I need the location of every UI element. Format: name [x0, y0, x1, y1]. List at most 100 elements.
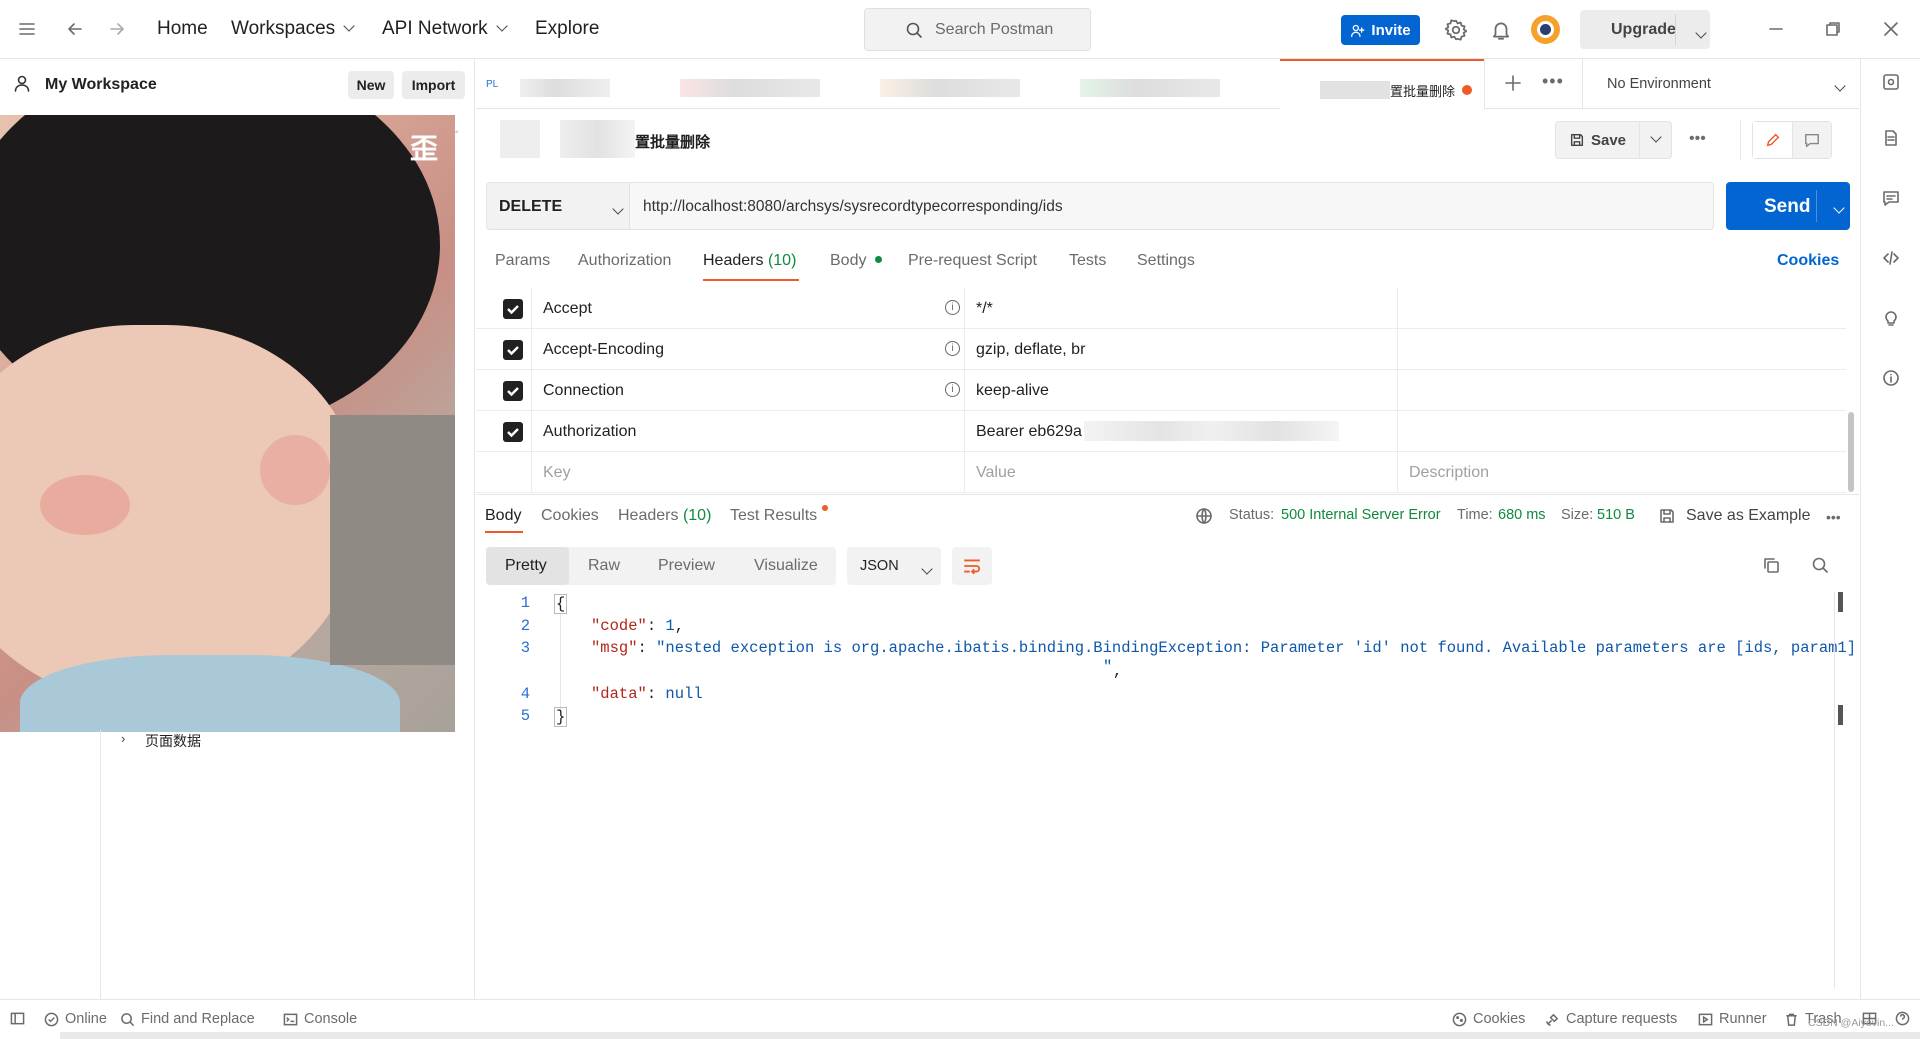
response-tab-body[interactable]: Body — [485, 507, 521, 525]
scrollbar[interactable] — [1848, 412, 1854, 492]
tab-active[interactable]: 置批量删除 — [1280, 59, 1484, 109]
chevron-right-icon[interactable]: › — [121, 731, 125, 746]
info-icon[interactable] — [1882, 369, 1900, 387]
invite-button[interactable]: Invite — [1341, 15, 1420, 45]
info-icon[interactable]: i — [945, 341, 960, 356]
header-key[interactable]: Accept — [543, 300, 592, 318]
workspace-name[interactable]: My Workspace — [45, 76, 157, 94]
save-button[interactable]: Save — [1555, 121, 1640, 159]
forward-arrow-icon[interactable] — [108, 20, 126, 38]
tab-settings[interactable]: Settings — [1137, 252, 1195, 270]
value-placeholder[interactable]: Value — [976, 464, 1016, 482]
send-button[interactable]: Send — [1726, 182, 1850, 230]
header-value[interactable]: */* — [976, 300, 993, 318]
header-key[interactable]: Authorization — [543, 423, 636, 441]
checkbox[interactable] — [503, 381, 523, 401]
checkbox[interactable] — [503, 299, 523, 319]
pencil-icon[interactable] — [1753, 122, 1793, 158]
avatar[interactable] — [1531, 15, 1560, 44]
close-icon[interactable] — [1882, 20, 1900, 38]
tab-body[interactable]: Body — [830, 252, 882, 270]
format-select[interactable]: JSON — [847, 547, 941, 585]
online-status[interactable]: Online — [44, 1011, 107, 1027]
save-dropdown[interactable] — [1640, 121, 1672, 159]
request-name[interactable]: 置批量删除 — [635, 131, 710, 152]
plus-icon[interactable] — [1504, 74, 1522, 92]
tab-tests[interactable]: Tests — [1069, 252, 1106, 270]
lightbulb-icon[interactable] — [1882, 309, 1900, 327]
key-placeholder[interactable]: Key — [543, 464, 571, 482]
cookies-button[interactable]: Cookies — [1452, 1011, 1525, 1027]
description-placeholder[interactable]: Description — [1409, 464, 1489, 482]
scrollbar-thumb[interactable] — [1838, 592, 1843, 612]
bell-icon[interactable] — [1490, 19, 1512, 41]
tab-item[interactable] — [880, 79, 1020, 97]
view-mode-pretty[interactable]: Pretty — [505, 557, 547, 575]
back-arrow-icon[interactable] — [66, 20, 84, 38]
status-value[interactable]: 500 Internal Server Error — [1281, 507, 1441, 523]
more-icon[interactable]: ••• — [1826, 509, 1841, 525]
code-icon[interactable] — [1882, 249, 1900, 267]
more-icon[interactable]: ••• — [1689, 130, 1706, 148]
response-body-viewer[interactable]: 1 2 3 4 5 { "code": 1, "msg": "nested ex… — [476, 592, 1856, 992]
console-button[interactable]: Console — [283, 1011, 357, 1027]
runner-button[interactable]: Runner — [1698, 1011, 1767, 1027]
info-icon[interactable]: i — [945, 382, 960, 397]
tab-item[interactable] — [520, 79, 610, 97]
search-icon[interactable] — [1811, 556, 1829, 574]
documentation-icon[interactable] — [1882, 129, 1900, 147]
comments-icon[interactable] — [1882, 189, 1900, 207]
help-icon[interactable] — [1895, 1011, 1910, 1026]
chevron-down-icon[interactable] — [1834, 80, 1846, 92]
environment-quick-look-icon[interactable] — [1882, 73, 1900, 91]
nav-explore[interactable]: Explore — [535, 18, 599, 40]
toggle-sidebar-icon[interactable] — [10, 1011, 25, 1026]
wrap-lines-button[interactable] — [952, 547, 992, 585]
more-icon[interactable]: ••• — [1542, 71, 1564, 92]
search-bar[interactable]: Search Postman — [864, 8, 1091, 51]
tab-params[interactable]: Params — [495, 252, 550, 270]
time-value[interactable]: 680 ms — [1498, 507, 1546, 523]
nav-home[interactable]: Home — [157, 18, 208, 40]
header-value[interactable]: keep-alive — [976, 382, 1049, 400]
nav-workspaces[interactable]: Workspaces — [231, 18, 355, 40]
nav-api-network[interactable]: API Network — [382, 18, 508, 40]
header-key[interactable]: Connection — [543, 382, 624, 400]
checkbox[interactable] — [503, 340, 523, 360]
tab-headers[interactable]: Headers (10) — [703, 252, 796, 270]
restore-icon[interactable] — [1824, 20, 1842, 38]
response-tab-headers[interactable]: Headers (10) — [618, 507, 711, 525]
header-value[interactable]: Bearer eb629a — [976, 423, 1082, 441]
import-button[interactable]: Import — [402, 71, 465, 99]
scrollbar-thumb[interactable] — [1838, 705, 1843, 725]
cookies-link[interactable]: Cookies — [1777, 252, 1839, 270]
view-mode-preview[interactable]: Preview — [658, 557, 715, 575]
response-tab-cookies[interactable]: Cookies — [541, 507, 599, 525]
save-icon[interactable] — [1658, 507, 1676, 525]
globe-icon[interactable] — [1195, 507, 1213, 525]
save-as-example-button[interactable]: Save as Example — [1686, 507, 1811, 525]
tab-pre-request-script[interactable]: Pre-request Script — [908, 252, 1037, 270]
edit-toggle[interactable] — [1752, 121, 1832, 159]
menu-icon[interactable] — [18, 20, 36, 38]
find-replace-button[interactable]: Find and Replace — [120, 1011, 255, 1027]
new-button[interactable]: New — [348, 71, 394, 99]
response-tab-test-results[interactable]: Test Results — [730, 505, 828, 525]
environment-select[interactable]: No Environment — [1607, 76, 1711, 92]
chevron-down-icon[interactable] — [1695, 27, 1707, 39]
tab-item[interactable] — [680, 79, 820, 97]
url-input[interactable]: http://localhost:8080/archsys/sysrecordt… — [630, 182, 1714, 230]
method-select[interactable]: DELETE — [486, 182, 630, 230]
header-value[interactable]: gzip, deflate, br — [976, 341, 1085, 359]
capture-requests-button[interactable]: Capture requests — [1545, 1011, 1677, 1027]
header-key[interactable]: Accept-Encoding — [543, 341, 664, 359]
copy-icon[interactable] — [1762, 556, 1780, 574]
size-value[interactable]: 510 B — [1597, 507, 1635, 523]
tree-item[interactable]: 页面数据 — [145, 731, 201, 751]
upgrade-button[interactable]: Upgrade — [1580, 10, 1710, 49]
comment-icon[interactable] — [1793, 122, 1831, 158]
view-mode-raw[interactable]: Raw — [588, 557, 620, 575]
info-icon[interactable]: i — [945, 300, 960, 315]
minimize-icon[interactable] — [1767, 20, 1785, 38]
checkbox[interactable] — [503, 422, 523, 442]
